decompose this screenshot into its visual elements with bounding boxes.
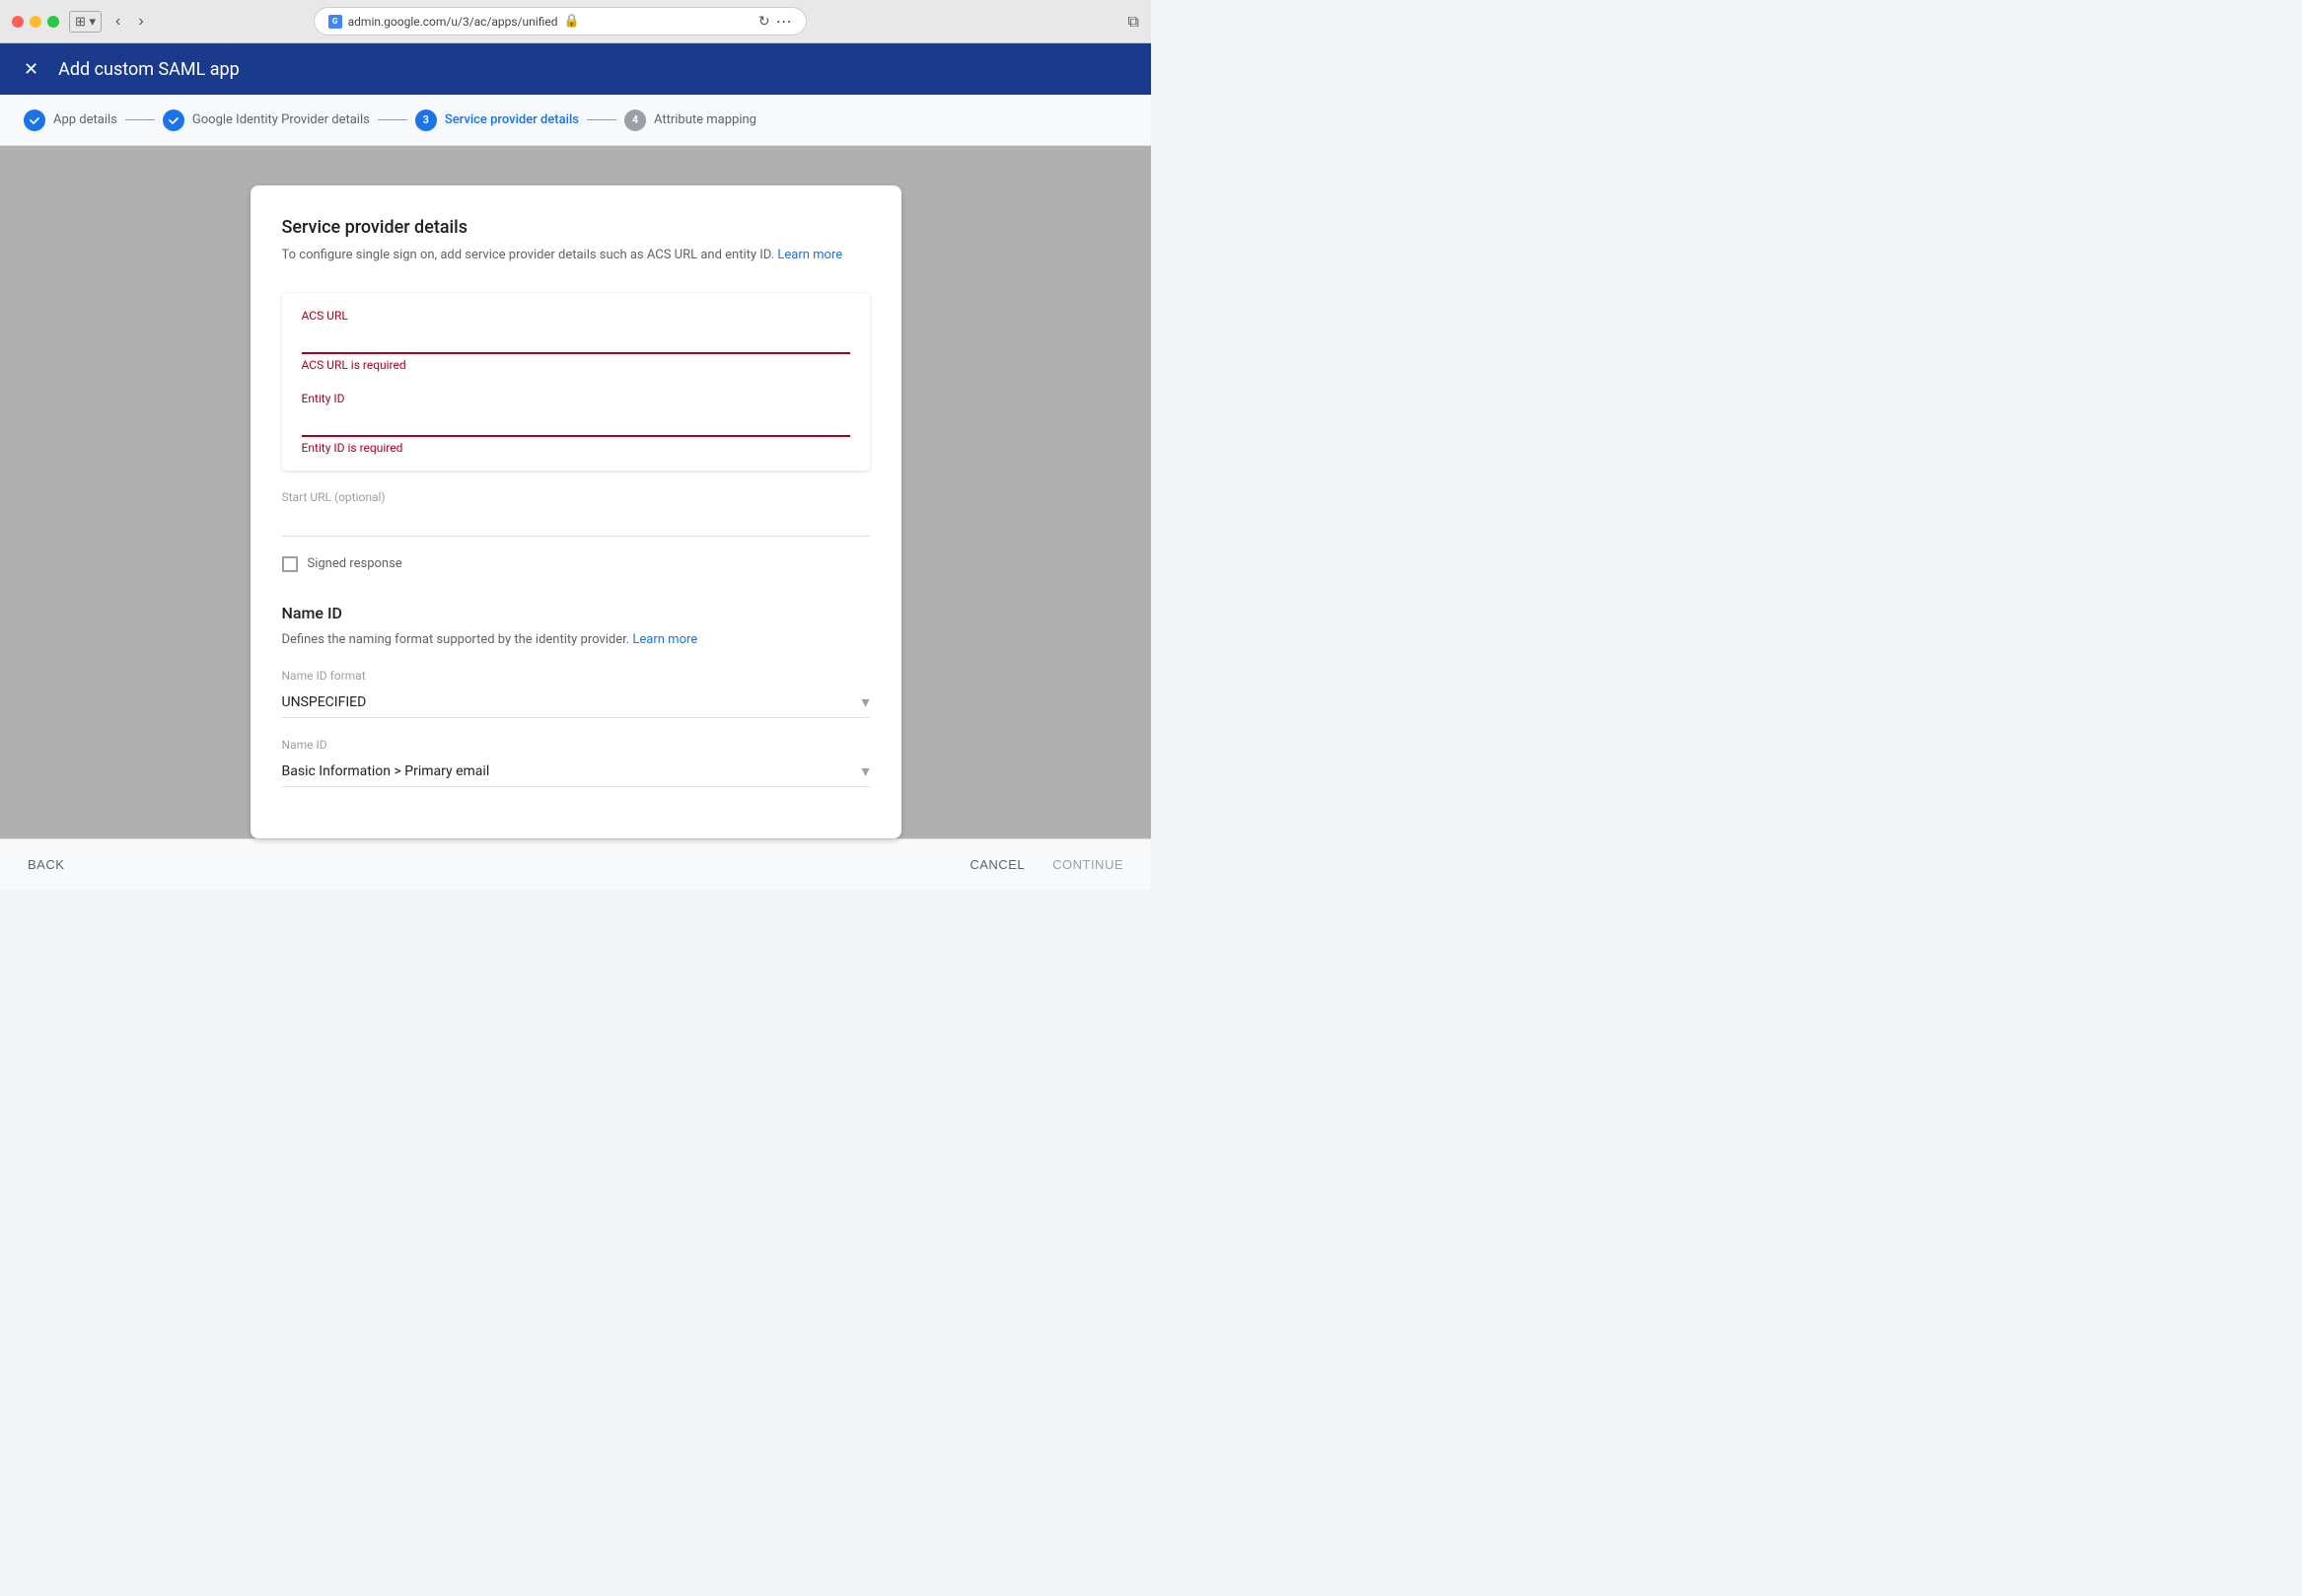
learn-more-link-top[interactable]: Learn more [777, 248, 842, 262]
maximize-traffic-light[interactable] [47, 16, 59, 28]
app-header: ✕ Add custom SAML app [0, 43, 1151, 95]
lock-icon: 🔒 [564, 14, 580, 29]
entity-id-field-group: Entity ID Entity ID is required [302, 392, 850, 455]
step-divider-2 [378, 119, 407, 120]
name-id-title: Name ID [282, 604, 870, 622]
name-id-format-dropdown[interactable]: UNSPECIFIED ▾ [282, 687, 870, 718]
start-url-field: Start URL (optional) [282, 490, 870, 537]
step-4-circle: 4 [624, 109, 646, 131]
name-id-format-field: Name ID format UNSPECIFIED ▾ [282, 669, 870, 718]
footer: BACK CANCEL CONTINUE [0, 838, 1151, 890]
name-id-label: Name ID [282, 738, 870, 752]
acs-url-field-group: ACS URL ACS URL is required [302, 309, 850, 372]
name-id-arrow-icon: ▾ [861, 762, 869, 780]
form-card: Service provider details To configure si… [251, 185, 901, 838]
name-id-dropdown[interactable]: Basic Information > Primary email ▾ [282, 756, 870, 787]
footer-left: BACK [24, 849, 68, 880]
url-favicon: G [328, 15, 342, 29]
back-button[interactable]: BACK [24, 849, 68, 880]
sidebar-toggle-button[interactable]: ⊞ ▾ [69, 11, 102, 33]
name-id-value: Basic Information > Primary email [282, 763, 862, 779]
step-divider-1 [125, 119, 155, 120]
steps-bar: App details Google Identity Provider det… [0, 95, 1151, 146]
step-3-circle: 3 [415, 109, 437, 131]
close-traffic-light[interactable] [12, 16, 24, 28]
name-id-format-arrow-icon: ▾ [861, 692, 869, 711]
minimize-traffic-light[interactable] [30, 16, 41, 28]
acs-url-input[interactable] [302, 326, 850, 354]
share-icon[interactable]: ⧉ [1128, 12, 1139, 32]
name-id-format-value: UNSPECIFIED [282, 694, 862, 710]
step-2-circle [163, 109, 184, 131]
titlebar: ⊞ ▾ ‹ › G admin.google.com/u/3/ac/apps/u… [0, 0, 1151, 43]
url-bar[interactable]: G admin.google.com/u/3/ac/apps/unified 🔒… [314, 7, 807, 36]
step-1-label: App details [53, 112, 117, 127]
more-icon[interactable]: ⋯ [776, 12, 792, 31]
step-4: 4 Attribute mapping [624, 109, 756, 131]
name-id-format-label: Name ID format [282, 669, 870, 683]
cancel-button[interactable]: CANCEL [966, 849, 1029, 880]
step-1: App details [24, 109, 117, 131]
acs-url-error: ACS URL is required [302, 358, 850, 372]
step-4-label: Attribute mapping [654, 112, 756, 127]
reload-icon[interactable]: ↻ [758, 14, 770, 30]
start-url-label: Start URL (optional) [282, 490, 870, 504]
footer-right: CANCEL CONTINUE [966, 849, 1127, 880]
entity-id-input[interactable] [302, 409, 850, 437]
entity-id-error: Entity ID is required [302, 441, 850, 455]
step-1-circle [24, 109, 45, 131]
url-text: admin.google.com/u/3/ac/apps/unified [348, 15, 558, 29]
step-3: 3 Service provider details [415, 109, 579, 131]
name-id-field: Name ID Basic Information > Primary emai… [282, 738, 870, 787]
step-2: Google Identity Provider details [163, 109, 370, 131]
main-content: Service provider details To configure si… [0, 146, 1151, 838]
form-title: Service provider details [282, 217, 870, 238]
signed-response-checkbox[interactable] [282, 556, 298, 572]
close-dialog-button[interactable]: ✕ [20, 55, 42, 84]
step-2-label: Google Identity Provider details [192, 112, 370, 127]
continue-button[interactable]: CONTINUE [1048, 849, 1127, 880]
error-fields-box: ACS URL ACS URL is required Entity ID En… [282, 293, 870, 471]
back-browser-button[interactable]: ‹ [111, 11, 124, 33]
entity-id-label: Entity ID [302, 392, 850, 405]
signed-response-row: Signed response [282, 556, 870, 572]
forward-browser-button[interactable]: › [134, 11, 147, 33]
step-divider-3 [587, 119, 616, 120]
step-3-label: Service provider details [445, 112, 579, 127]
signed-response-label: Signed response [308, 556, 402, 571]
learn-more-link-name-id[interactable]: Learn more [632, 632, 697, 647]
acs-url-label: ACS URL [302, 309, 850, 323]
start-url-input[interactable] [282, 508, 870, 537]
app-title: Add custom SAML app [58, 59, 240, 80]
form-description: To configure single sign on, add service… [282, 246, 870, 265]
name-id-description: Defines the naming format supported by t… [282, 630, 870, 650]
traffic-lights [12, 16, 59, 28]
